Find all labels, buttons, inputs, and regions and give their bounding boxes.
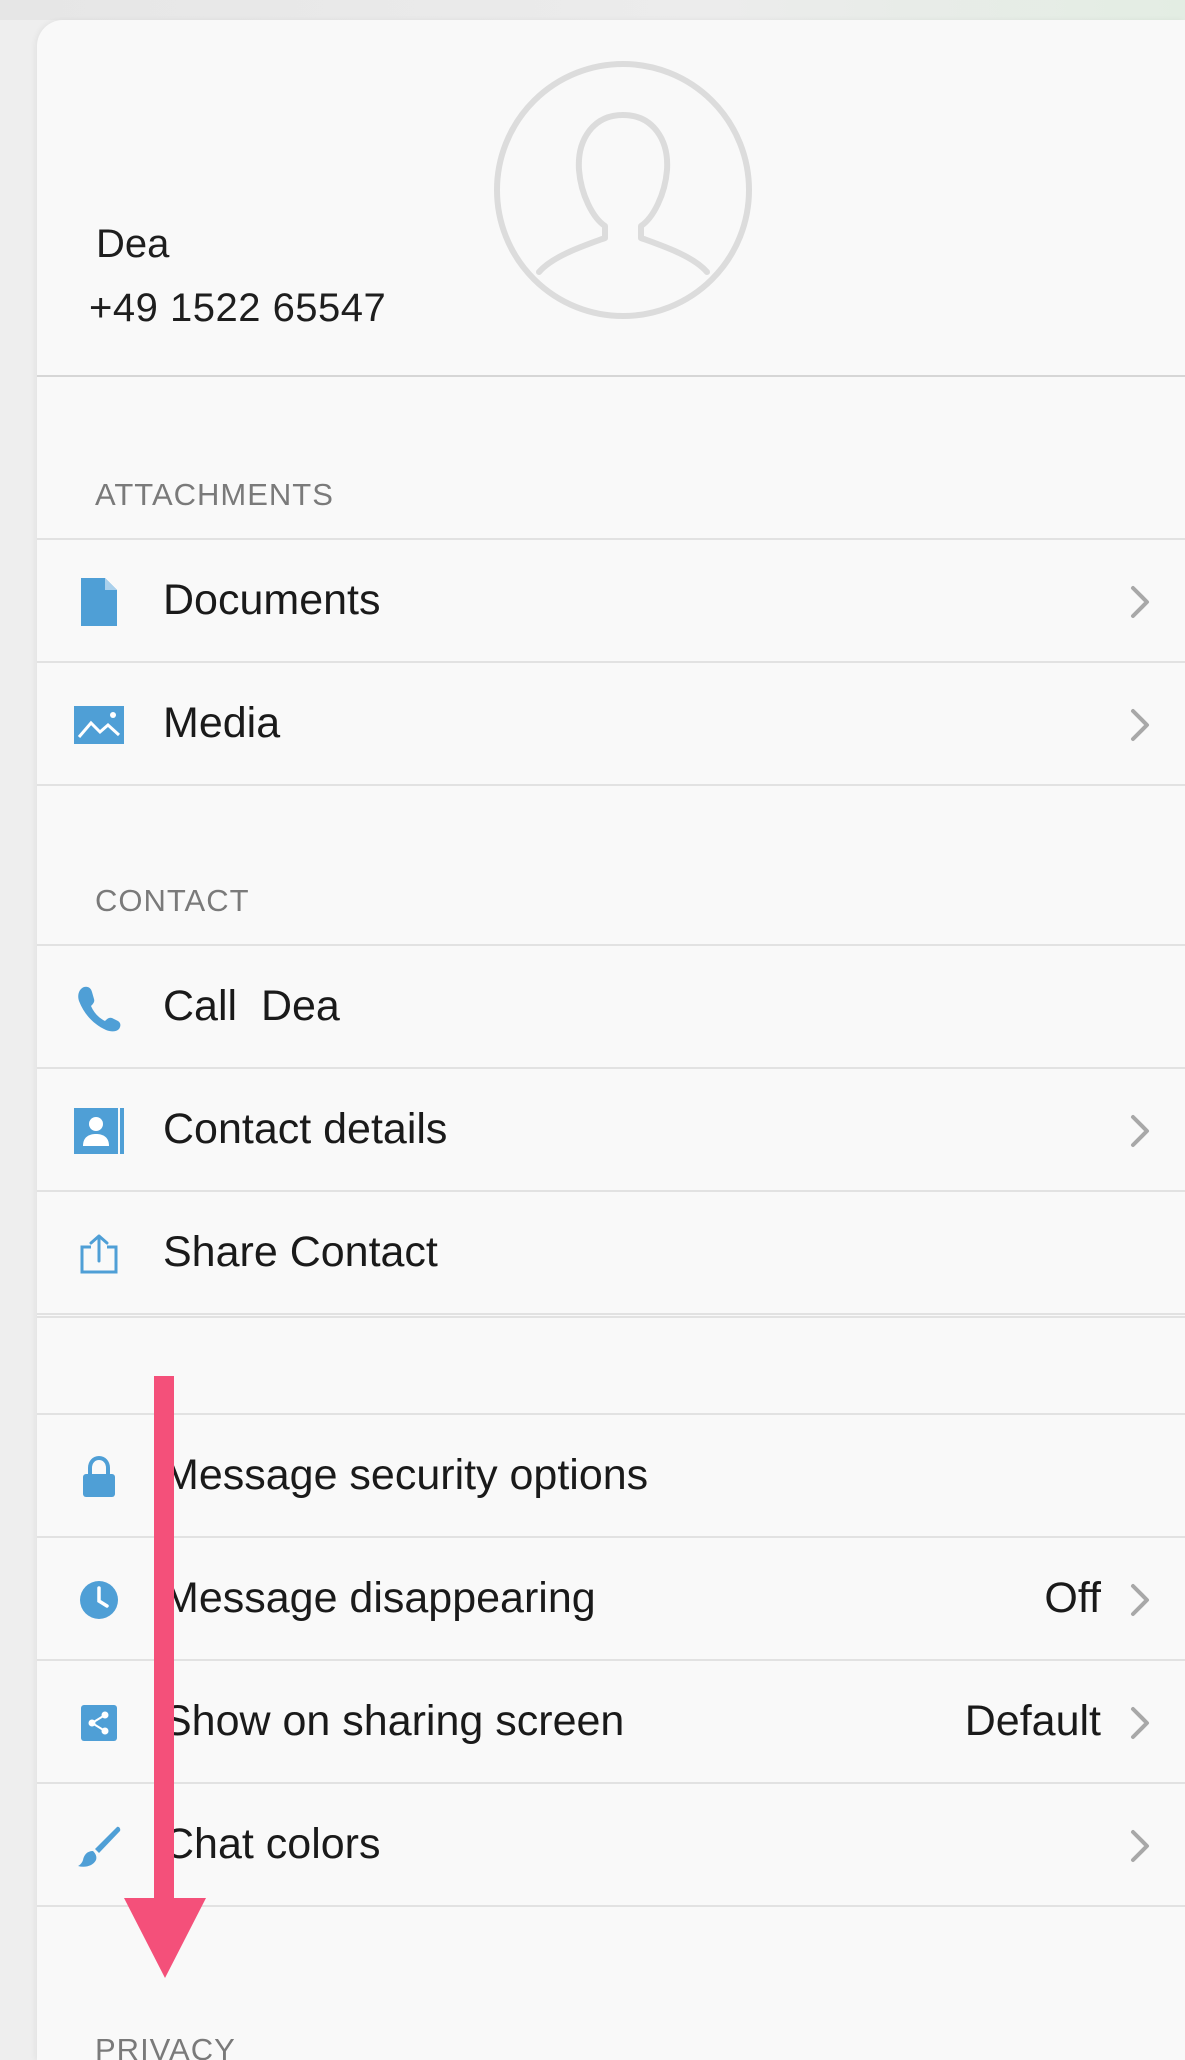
chevron-right-icon — [1131, 1115, 1149, 1147]
contact-list: Call Dea Contact details Share Contact — [37, 944, 1185, 1315]
row-label: Contact details — [163, 1105, 448, 1153]
chevron-right-icon — [1131, 1830, 1149, 1862]
row-call-contact[interactable]: Call Dea — [37, 944, 1185, 1067]
row-label: Show on sharing screen — [163, 1697, 625, 1745]
chevron-right-icon — [1131, 709, 1149, 741]
share-icon — [73, 1228, 125, 1280]
avatar[interactable] — [493, 60, 753, 325]
section-header-contact: CONTACT — [95, 883, 250, 918]
row-label: Share Contact — [163, 1228, 438, 1276]
chevron-right-icon — [1131, 1707, 1149, 1739]
section-header-attachments: ATTACHMENTS — [95, 477, 334, 512]
lock-icon — [73, 1451, 125, 1503]
row-media[interactable]: Media — [37, 661, 1185, 786]
paintbrush-icon — [73, 1820, 125, 1872]
scroll-down-arrow-annotation — [124, 1376, 206, 1978]
section-header-privacy: PRIVACY — [95, 2032, 236, 2060]
row-label: Documents — [163, 576, 381, 624]
contact-header: Dea +49 1522 65547 — [37, 20, 1185, 377]
contact-phone: +49 1522 65547 — [89, 286, 387, 330]
phone-icon — [73, 982, 125, 1034]
row-value: Default — [964, 1697, 1101, 1745]
image-icon — [73, 699, 125, 751]
row-share-contact[interactable]: Share Contact — [37, 1190, 1185, 1315]
row-label: Message disappearing — [163, 1574, 596, 1622]
person-silhouette-icon — [494, 61, 752, 319]
contact-name: Dea — [96, 222, 170, 266]
contact-card-icon — [73, 1105, 125, 1157]
window-top-strip — [0, 0, 1185, 20]
sharing-screen-icon — [73, 1697, 125, 1749]
row-contact-details[interactable]: Contact details — [37, 1067, 1185, 1190]
row-documents[interactable]: Documents — [37, 538, 1185, 661]
attachments-list: Documents Media — [37, 538, 1185, 786]
clock-icon — [73, 1574, 125, 1626]
row-label: Media — [163, 699, 281, 747]
document-icon — [73, 576, 125, 628]
row-label: Message security options — [163, 1451, 649, 1499]
row-label: Call Dea — [163, 982, 340, 1030]
chevron-right-icon — [1131, 1584, 1149, 1616]
chevron-right-icon — [1131, 586, 1149, 618]
row-value: Off — [1044, 1574, 1101, 1622]
